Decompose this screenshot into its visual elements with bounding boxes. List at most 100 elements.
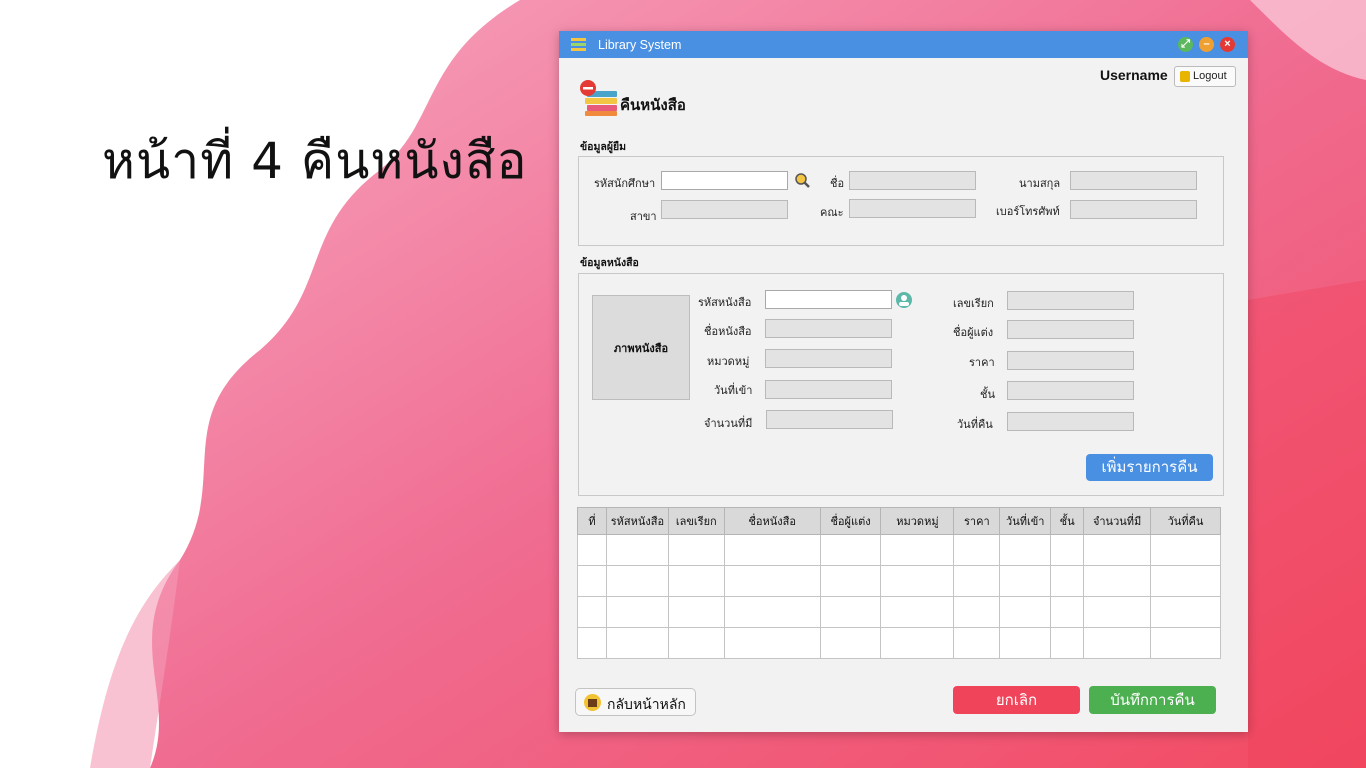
student-id-label: รหัสนักศึกษา [594, 177, 656, 190]
first-name-label: ชื่อ [830, 177, 845, 190]
table-cell[interactable] [1050, 596, 1085, 628]
table-cell[interactable] [605, 565, 669, 597]
table-cell[interactable] [723, 565, 821, 597]
table-cell[interactable] [819, 627, 882, 659]
column-header[interactable]: ที่ [577, 507, 607, 535]
table-cell[interactable] [1150, 627, 1221, 659]
table-cell[interactable] [953, 565, 1001, 597]
table-cell[interactable] [999, 627, 1052, 659]
back-to-home-label: กลับหน้าหลัก [607, 697, 686, 713]
table-cell[interactable] [667, 627, 725, 659]
slide-title: หน้าที่ 4 คืนหนังสือ [102, 132, 528, 190]
books-minus-icon [580, 80, 617, 116]
table-cell[interactable] [999, 596, 1052, 628]
add-return-item-button[interactable]: เพิ่มรายการคืน [1086, 454, 1213, 481]
return-items-table: ที่ รหัสหนังสือ เลขเรียก ชื่อหนังสือ ชื่… [577, 507, 1221, 659]
close-button[interactable]: × [1220, 37, 1235, 52]
table-cell[interactable] [1050, 534, 1085, 566]
date-in-field [765, 380, 892, 399]
table-cell[interactable] [605, 534, 669, 566]
table-cell[interactable] [953, 627, 1001, 659]
price-field [1007, 351, 1134, 370]
table-cell[interactable] [953, 534, 1001, 566]
book-id-label: รหัสหนังสือ [698, 296, 752, 309]
table-cell[interactable] [1050, 565, 1085, 597]
app-window: Library System ⤢ – × Username Logout คืน… [559, 31, 1248, 732]
book-lookup-icon[interactable] [895, 291, 913, 309]
page-title: คืนหนังสือ [620, 96, 686, 114]
table-cell[interactable] [577, 627, 607, 659]
table-cell[interactable] [667, 565, 725, 597]
table-cell[interactable] [953, 596, 1001, 628]
table-cell[interactable] [577, 565, 607, 597]
table-cell[interactable] [1150, 534, 1221, 566]
column-header[interactable]: ชั้น [1050, 507, 1085, 535]
cancel-button[interactable]: ยกเลิก [953, 686, 1080, 714]
restore-icon: ⤢ [1181, 38, 1190, 50]
save-return-button[interactable]: บันทึกการคืน [1089, 686, 1216, 714]
book-section-label: ข้อมูลหนังสือ [580, 257, 639, 269]
table-cell[interactable] [880, 627, 955, 659]
table-cell[interactable] [667, 534, 725, 566]
table-cell[interactable] [723, 627, 821, 659]
table-cell[interactable] [1083, 596, 1152, 628]
call-number-label: เลขเรียก [953, 297, 994, 310]
column-header[interactable]: รหัสหนังสือ [605, 507, 669, 535]
column-header[interactable]: เลขเรียก [667, 507, 725, 535]
quantity-label: จำนวนที่มี [704, 417, 753, 430]
faculty-label: คณะ [820, 206, 844, 219]
table-cell[interactable] [880, 534, 955, 566]
logout-button[interactable]: Logout [1174, 66, 1236, 87]
back-to-home-button[interactable]: กลับหน้าหลัก [575, 688, 696, 716]
table-cell[interactable] [605, 627, 669, 659]
table-cell[interactable] [723, 534, 821, 566]
table-cell[interactable] [605, 596, 669, 628]
faculty-field [849, 199, 976, 218]
book-image-placeholder: ภาพหนังสือ [592, 295, 690, 400]
student-id-input[interactable] [661, 171, 788, 190]
column-header[interactable]: ชื่อหนังสือ [723, 507, 821, 535]
table-row[interactable] [577, 596, 1221, 628]
table-cell[interactable] [1083, 565, 1152, 597]
column-header[interactable]: วันที่คืน [1150, 507, 1221, 535]
restore-button[interactable]: ⤢ [1178, 37, 1193, 52]
table-cell[interactable] [880, 596, 955, 628]
table-cell[interactable] [1083, 627, 1152, 659]
table-cell[interactable] [819, 565, 882, 597]
column-header[interactable]: ราคา [953, 507, 1001, 535]
books-app-icon [571, 38, 586, 51]
minimize-icon: – [1203, 38, 1210, 50]
major-field [661, 200, 788, 219]
column-header[interactable]: วันที่เข้า [999, 507, 1052, 535]
column-header[interactable]: จำนวนที่มี [1083, 507, 1152, 535]
table-cell[interactable] [1050, 627, 1085, 659]
username-label: Username [1100, 67, 1168, 83]
window-title: Library System [598, 38, 682, 52]
search-icon[interactable] [794, 172, 811, 189]
category-field [765, 349, 892, 368]
table-cell[interactable] [577, 534, 607, 566]
table-cell[interactable] [1150, 596, 1221, 628]
table-cell[interactable] [999, 565, 1052, 597]
shelf-field [1007, 381, 1134, 400]
table-row[interactable] [577, 627, 1221, 659]
table-row[interactable] [577, 565, 1221, 597]
table-cell[interactable] [1150, 565, 1221, 597]
book-id-input[interactable] [765, 290, 892, 309]
column-header[interactable]: หมวดหมู่ [880, 507, 955, 535]
column-header[interactable]: ชื่อผู้แต่ง [819, 507, 882, 535]
table-cell[interactable] [999, 534, 1052, 566]
table-row[interactable] [577, 534, 1221, 566]
table-cell[interactable] [819, 534, 882, 566]
table-cell[interactable] [723, 596, 821, 628]
table-cell[interactable] [1083, 534, 1152, 566]
return-date-label: วันที่คืน [957, 418, 993, 431]
minimize-button[interactable]: – [1199, 37, 1214, 52]
logout-label: Logout [1193, 70, 1227, 82]
table-cell[interactable] [577, 596, 607, 628]
table-cell[interactable] [819, 596, 882, 628]
book-name-label: ชื่อหนังสือ [704, 325, 752, 338]
table-cell[interactable] [880, 565, 955, 597]
shelf-label: ชั้น [980, 388, 995, 401]
table-cell[interactable] [667, 596, 725, 628]
